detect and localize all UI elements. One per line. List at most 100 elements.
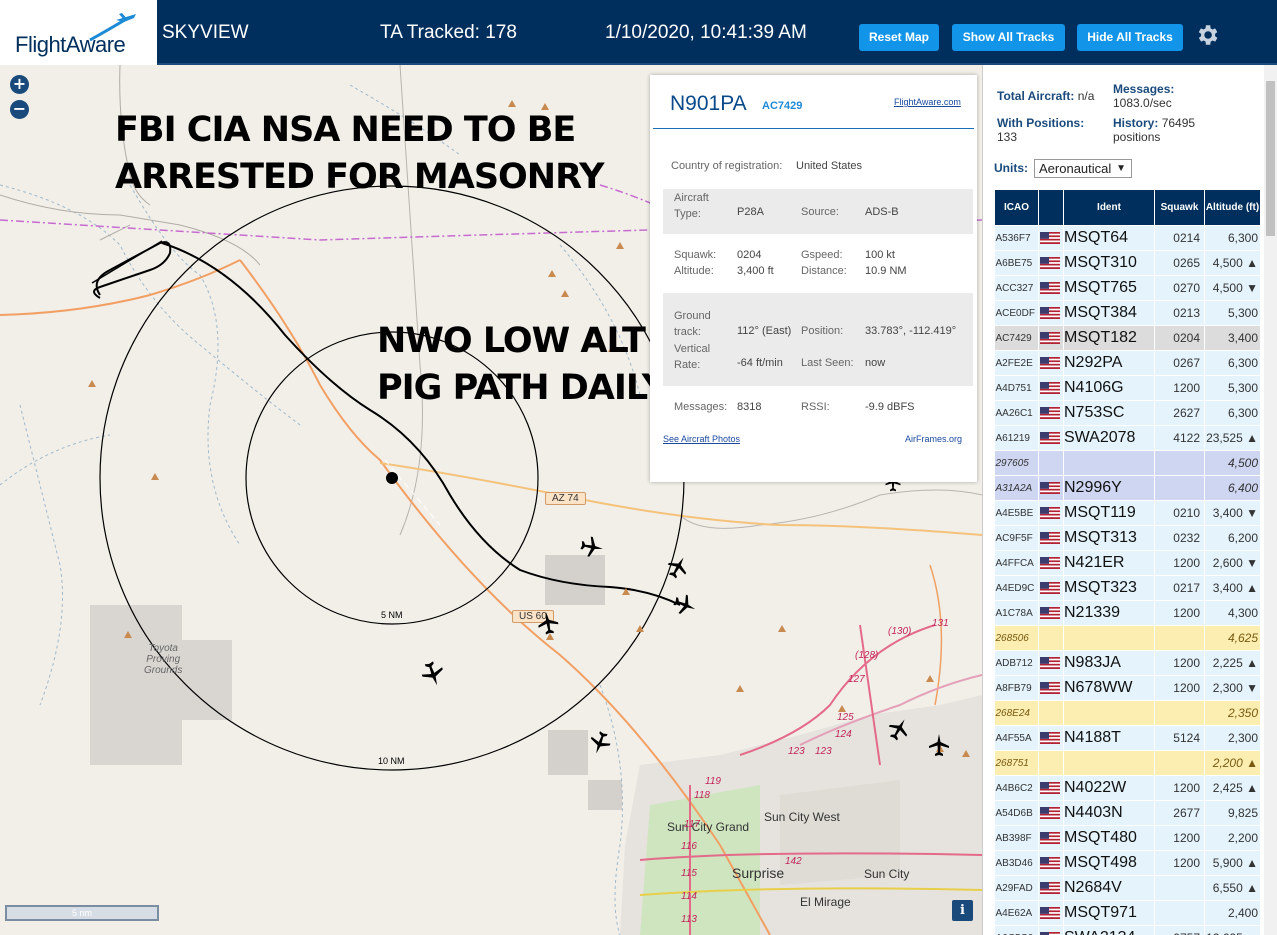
history-stat: History: 76495 positions xyxy=(1113,116,1223,144)
airframes-link[interactable]: AirFrames.org xyxy=(905,434,962,444)
row-ident: N2684V xyxy=(1063,875,1155,901)
table-row[interactable]: A8FB79 N678WW 1200 2,300 ▼ xyxy=(994,675,1261,701)
row-altitude: 2,425 ▲ xyxy=(1204,775,1261,801)
us-flag-icon xyxy=(1040,231,1060,244)
row-squawk: 0213 xyxy=(1154,300,1205,326)
table-header-row: ICAO Ident Squawk Altitude (ft) xyxy=(994,189,1261,226)
row-squawk: 1200 xyxy=(1154,825,1205,851)
aircraft-photos-link[interactable]: See Aircraft Photos xyxy=(663,434,740,444)
table-row[interactable]: AC7429 MSQT182 0204 3,400 xyxy=(994,325,1261,351)
table-row[interactable]: 268E24 2,350 xyxy=(994,700,1261,726)
table-row[interactable]: AC9F5F MSQT313 0232 6,200 xyxy=(994,525,1261,551)
row-squawk: 0265 xyxy=(1154,250,1205,276)
col-icao[interactable]: ICAO xyxy=(994,189,1039,226)
scrollbar-thumb[interactable] xyxy=(1266,81,1275,236)
messages-label: Messages: xyxy=(674,401,728,413)
table-row[interactable]: A536F7 MSQT64 0214 6,300 xyxy=(994,225,1261,251)
table-row[interactable]: A4E5BE MSQT119 0210 3,400 ▼ xyxy=(994,500,1261,526)
zoom-in-button[interactable]: + xyxy=(10,75,29,94)
aircraft-icon[interactable] xyxy=(536,611,560,635)
aircraft-icon[interactable] xyxy=(887,717,911,741)
row-icao: ADB712 xyxy=(994,650,1039,676)
row-squawk xyxy=(1154,450,1205,476)
us-flag-icon xyxy=(1040,531,1060,544)
units-select[interactable]: Aeronautical ▼ xyxy=(1034,159,1132,178)
highway-num-117: 117 xyxy=(684,819,700,830)
aircraft-icon[interactable] xyxy=(927,733,951,757)
table-row[interactable]: AA26C1 N753SC 2627 6,300 xyxy=(994,400,1261,426)
units-select-value: Aeronautical xyxy=(1039,161,1112,176)
table-row[interactable]: A31A2A N2996Y 6,400 xyxy=(994,475,1261,501)
us-flag-icon xyxy=(1040,431,1060,444)
row-altitude: 6,550 ▲ xyxy=(1204,875,1261,901)
row-ident: MSQT182 xyxy=(1063,325,1155,351)
col-squawk[interactable]: Squawk xyxy=(1154,189,1205,226)
row-altitude: 2,200 ▲ xyxy=(1204,750,1261,776)
row-flag xyxy=(1038,850,1064,876)
table-row[interactable]: A4D751 N4106G 1200 5,300 xyxy=(994,375,1261,401)
table-row[interactable]: ADB712 N983JA 1200 2,225 ▲ xyxy=(994,650,1261,676)
table-row[interactable]: A4B6C2 N4022W 1200 2,425 ▲ xyxy=(994,775,1261,801)
table-row[interactable]: ACE0DF MSQT384 0213 5,300 xyxy=(994,300,1261,326)
row-flag xyxy=(1038,325,1064,351)
highway-num-114: 114 xyxy=(681,891,697,902)
row-altitude: 6,300 xyxy=(1204,400,1261,426)
aircraft-icon[interactable] xyxy=(420,661,446,687)
selected-aircraft-icon[interactable] xyxy=(673,593,697,617)
row-altitude: 6,200 xyxy=(1204,525,1261,551)
row-ident: SWA2078 xyxy=(1063,425,1155,451)
us-flag-icon xyxy=(1040,656,1060,669)
hide-all-tracks-button[interactable]: Hide All Tracks xyxy=(1077,24,1183,51)
table-row[interactable]: A2FE2E N292PA 0267 6,300 xyxy=(994,350,1261,376)
row-icao: A54D6B xyxy=(994,800,1039,826)
flightaware-logo[interactable]: FlightAware xyxy=(0,0,157,65)
row-icao: A2FE2E xyxy=(994,350,1039,376)
table-row[interactable]: AB3D46 MSQT498 1200 5,900 ▲ xyxy=(994,850,1261,876)
col-ident[interactable]: Ident xyxy=(1063,189,1155,226)
zoom-out-button[interactable]: − xyxy=(10,100,29,119)
us-flag-icon xyxy=(1040,306,1060,319)
table-row[interactable]: A54D6B N4403N 2677 9,825 xyxy=(994,800,1261,826)
messages-stat-value: 1083.0/sec xyxy=(1113,96,1172,110)
table-row[interactable]: ACC327 MSQT765 0270 4,500 ▼ xyxy=(994,275,1261,301)
table-row[interactable]: A29FAD N2684V 6,550 ▲ xyxy=(994,875,1261,901)
table-row[interactable]: 268506 4,625 xyxy=(994,625,1261,651)
show-all-tracks-button[interactable]: Show All Tracks xyxy=(952,24,1065,51)
info-button[interactable]: i xyxy=(952,900,973,921)
table-row[interactable]: A1C78A N21339 1200 4,300 xyxy=(994,600,1261,626)
reset-map-button[interactable]: Reset Map xyxy=(859,24,939,51)
gear-icon[interactable] xyxy=(1194,22,1220,48)
table-row[interactable]: A4F55A N4188T 5124 2,300 xyxy=(994,725,1261,751)
position-value: 33.783°, -112.419° xyxy=(865,325,957,337)
table-row[interactable]: A4ED9C MSQT323 0217 3,400 ▲ xyxy=(994,575,1261,601)
table-row[interactable]: 268751 2,200 ▲ xyxy=(994,750,1261,776)
row-flag xyxy=(1038,725,1064,751)
table-row[interactable]: A4FFCA N421ER 1200 2,600 ▼ xyxy=(994,550,1261,576)
aircraft-icon[interactable] xyxy=(580,535,604,559)
flightaware-link[interactable]: FlightAware.com xyxy=(894,97,961,107)
row-squawk xyxy=(1154,900,1205,926)
total-aircraft-label: Total Aircraft: xyxy=(997,89,1075,103)
table-row[interactable]: 297605 4,500 xyxy=(994,450,1261,476)
squawk-label: Squawk: xyxy=(674,249,717,261)
table-row[interactable]: A61219 SWA2078 4122 23,525 ▲ xyxy=(994,425,1261,451)
us-flag-icon xyxy=(1040,881,1060,894)
table-row[interactable]: A6C5C0 SWA2134075712,625 ▲ xyxy=(994,925,1261,935)
table-row[interactable]: A6BE75 MSQT310 0265 4,500 ▲ xyxy=(994,250,1261,276)
us-flag-icon xyxy=(1040,506,1060,519)
row-altitude: 6,400 xyxy=(1204,475,1261,501)
row-squawk: 2627 xyxy=(1154,400,1205,426)
row-ident: N421ER xyxy=(1063,550,1155,576)
panel-scrollbar[interactable] xyxy=(1264,65,1277,935)
row-ident: MSQT498 xyxy=(1063,850,1155,876)
row-ident: N4022W xyxy=(1063,775,1155,801)
row-icao: 268E24 xyxy=(994,700,1039,726)
table-row[interactable]: A4E62A MSQT971 2,400 xyxy=(994,900,1261,926)
table-row[interactable]: AB398F MSQT480 1200 2,200 xyxy=(994,825,1261,851)
aircraft-icon[interactable] xyxy=(666,555,690,579)
col-altitude[interactable]: Altitude (ft) xyxy=(1204,189,1261,226)
col-flag[interactable] xyxy=(1038,189,1064,226)
highway-num-130: (130) xyxy=(888,626,912,637)
aircraft-icon[interactable] xyxy=(588,731,612,755)
place-toyota-proving-grounds: Toyota Proving Grounds xyxy=(144,643,183,676)
